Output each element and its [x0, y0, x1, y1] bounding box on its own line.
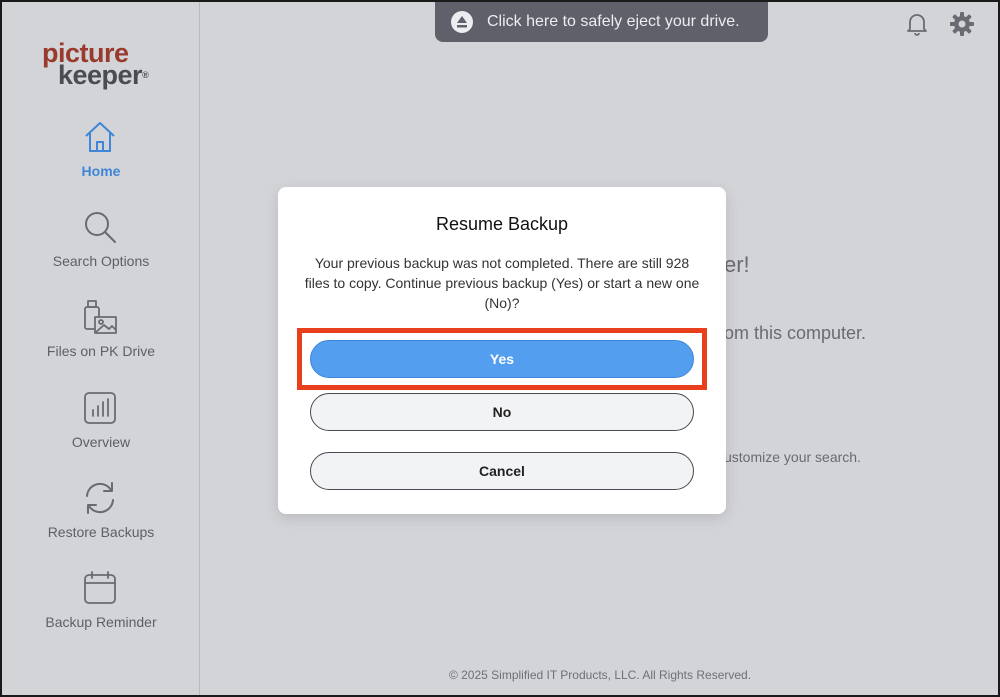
bell-icon[interactable]	[904, 11, 930, 37]
no-button[interactable]: No	[310, 393, 694, 431]
eject-drive-banner[interactable]: Click here to safely eject your drive.	[435, 2, 768, 42]
eject-icon	[451, 11, 473, 33]
customize-search-hint: ustomize your search.	[724, 449, 861, 465]
sidebar-item-label: Files on PK Drive	[46, 343, 156, 359]
refresh-icon	[86, 482, 114, 514]
sidebar-item-backup-reminder[interactable]: Backup Reminder	[2, 570, 200, 650]
welcome-heading: er!	[724, 252, 750, 277]
sidebar-item-label: Search Options	[52, 253, 150, 269]
sidebar-item-restore-backups[interactable]: Restore Backups	[2, 480, 200, 560]
usb-drive-icon	[84, 300, 117, 334]
sidebar-item-label: Overview	[71, 434, 131, 450]
sidebar-item-files-on-pk-drive[interactable]: Files on PK Drive	[2, 299, 200, 379]
copyright-footer: © 2025 Simplified IT Products, LLC. All …	[448, 668, 752, 682]
sidebar: picture keeper® Home Search Options File…	[2, 2, 200, 695]
cancel-button[interactable]: Cancel	[310, 452, 694, 490]
eject-banner-text: Click here to safely eject your drive.	[487, 13, 740, 30]
dialog-message: Your previous backup was not completed. …	[304, 255, 700, 311]
sidebar-item-search-options[interactable]: Search Options	[2, 209, 200, 289]
sidebar-item-label: Home	[81, 163, 121, 179]
sidebar-item-overview[interactable]: Overview	[2, 390, 200, 470]
dialog-title: Resume Backup	[435, 214, 569, 234]
sidebar-item-home[interactable]: Home	[2, 119, 200, 199]
app-window: picture keeper® Home Search Options File…	[0, 0, 1000, 697]
calendar-icon	[84, 571, 116, 604]
magnifier-icon	[85, 212, 116, 243]
bar-chart-icon	[84, 392, 116, 424]
backup-description: om this computer.	[724, 323, 867, 343]
gear-icon[interactable]	[949, 11, 975, 37]
sidebar-item-label: Backup Reminder	[45, 614, 157, 630]
picture-keeper-logo: picture keeper®	[42, 40, 162, 92]
logo-line-2: keeper®	[58, 60, 149, 90]
yes-button[interactable]: Yes	[310, 340, 694, 378]
resume-backup-dialog: Resume Backup Your previous backup was n…	[278, 187, 726, 514]
sidebar-item-label: Restore Backups	[47, 524, 155, 540]
home-icon	[85, 122, 115, 152]
